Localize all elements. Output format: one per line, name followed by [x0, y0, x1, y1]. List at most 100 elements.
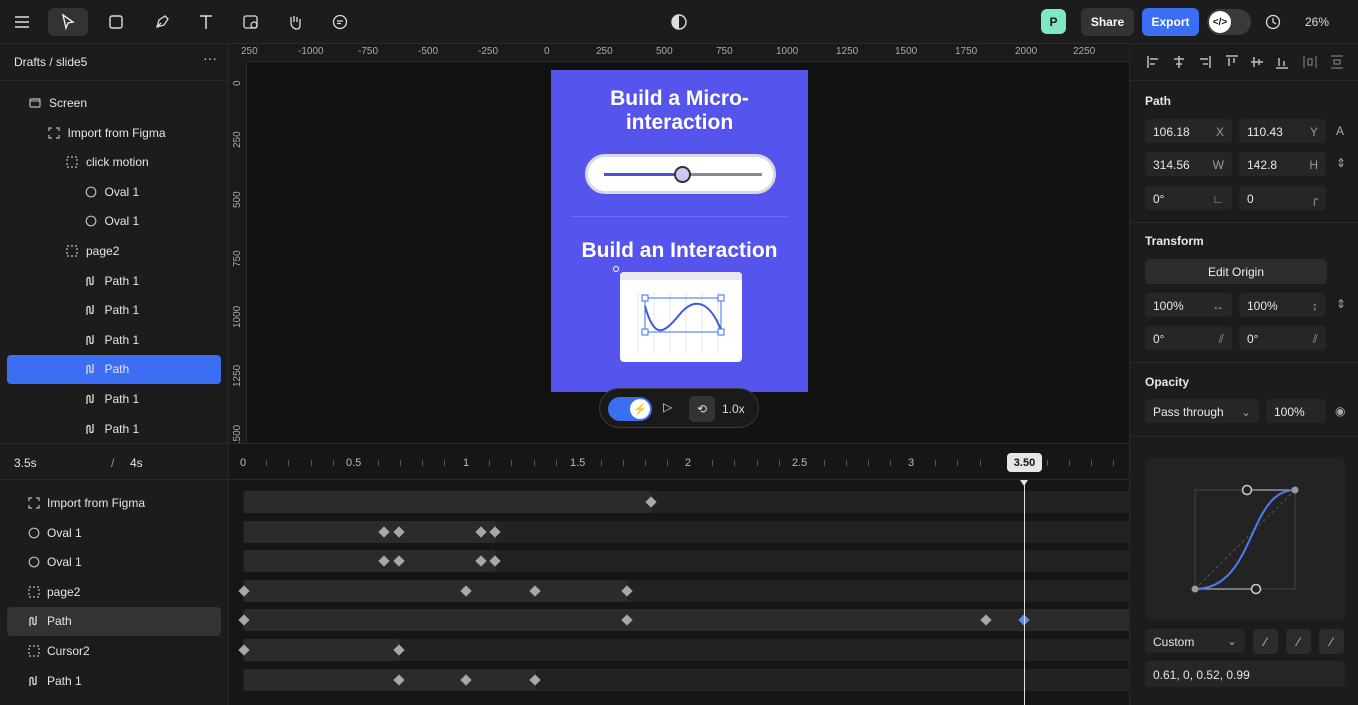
comment-tool-icon[interactable] — [325, 8, 355, 36]
opacity-field[interactable]: 100% — [1266, 399, 1326, 423]
layer-item[interactable]: Path 1 — [83, 385, 139, 413]
hand-tool-icon[interactable] — [280, 8, 310, 36]
interactive-toggle[interactable]: ⚡ — [608, 397, 652, 421]
timeline-layer-item[interactable]: Oval 1 — [27, 548, 82, 576]
timeline-layer-item[interactable]: Cursor2 — [27, 637, 90, 665]
layer-item[interactable]: Screen — [27, 89, 87, 117]
y-field[interactable]: 110.43 Y — [1239, 119, 1326, 143]
corner-radius-field[interactable]: 0 ╭ — [1239, 186, 1326, 210]
bezier-curve[interactable] — [1145, 458, 1345, 620]
animation-track-bar[interactable] — [244, 520, 496, 543]
bezier-values-field[interactable]: 0.61, 0, 0.52, 0.99 — [1145, 661, 1345, 687]
chevron-down-icon: ⌄ — [1240, 405, 1251, 419]
timeline-layer-item[interactable]: Path — [27, 607, 72, 635]
align-right-icon[interactable] — [1196, 54, 1212, 70]
curve-window-illustration[interactable] — [620, 272, 742, 362]
layer-item[interactable]: Oval 1 — [83, 178, 139, 206]
align-top-icon[interactable] — [1224, 54, 1240, 70]
current-time[interactable]: 3.5s — [14, 456, 37, 470]
rectangle-tool-icon[interactable] — [98, 8, 134, 36]
playhead[interactable] — [1024, 480, 1025, 705]
layer-item[interactable]: Path — [83, 355, 129, 383]
text-path-icon[interactable]: A — [1336, 124, 1344, 138]
timeline-layer-item[interactable]: Import from Figma — [27, 489, 145, 517]
playhead-time[interactable]: 3.50 — [1007, 453, 1042, 472]
avatar[interactable]: P — [1041, 9, 1066, 34]
animation-track-bar[interactable] — [244, 491, 651, 513]
animation-track-bar[interactable] — [244, 609, 1129, 632]
layer-item[interactable]: page2 — [64, 237, 119, 265]
link-scale-icon[interactable]: ⇕ — [1336, 297, 1346, 311]
canvas[interactable]: 250 -1000 -750 -500 -250 0 250 500 750 1000 1250 15… — [229, 44, 1129, 443]
easing-preset-select[interactable]: Custom ⌄ — [1145, 629, 1245, 653]
align-center-h-icon[interactable] — [1171, 54, 1187, 70]
scale-y-field[interactable]: 100% ↕ — [1239, 293, 1326, 317]
layer-item[interactable]: click motion — [64, 148, 149, 176]
zoom-level[interactable]: 26% — [1305, 15, 1329, 29]
more-icon[interactable]: ··· — [203, 50, 217, 66]
layer-item[interactable]: Import from Figma — [46, 119, 166, 147]
time-tick-label: 0.5 — [346, 457, 362, 469]
anchor-point[interactable] — [613, 266, 619, 272]
artboard-title-micro[interactable]: Build a Micro- interaction — [551, 87, 808, 135]
timeline-layer-item[interactable]: Path 1 — [27, 667, 82, 695]
menu-icon[interactable] — [7, 8, 37, 36]
layer-item[interactable]: Path 1 — [83, 326, 139, 354]
distribute-h-icon[interactable] — [1302, 54, 1318, 70]
theme-toggle-icon[interactable] — [664, 8, 694, 36]
animation-track-bar[interactable] — [244, 579, 627, 602]
code-view-toggle[interactable]: </> — [1207, 9, 1251, 35]
export-button[interactable]: Export — [1142, 8, 1199, 36]
slider-illustration[interactable] — [585, 154, 776, 194]
ruler-label: 500 — [232, 191, 243, 208]
ease-out-icon[interactable]: ⁄ — [1286, 629, 1311, 654]
scale-x-field[interactable]: 100% ↔ — [1145, 293, 1232, 317]
width-field[interactable]: 314.56 W — [1145, 152, 1232, 176]
layer-item[interactable]: Path 1 — [83, 267, 139, 295]
time-minor-tick — [1046, 460, 1048, 466]
image-tool-icon[interactable] — [236, 8, 266, 36]
animation-track-bar[interactable] — [244, 550, 496, 573]
animation-track-bar[interactable] — [244, 639, 400, 661]
duration[interactable]: 4s — [130, 456, 143, 470]
control-handle-1[interactable] — [1250, 583, 1262, 595]
share-button[interactable]: Share — [1081, 8, 1134, 36]
breadcrumb[interactable]: Drafts / slide5 — [14, 55, 87, 69]
skew-y-field[interactable]: 0° ⫽ — [1239, 326, 1326, 350]
x-field[interactable]: 106.18 X — [1145, 119, 1232, 143]
control-handle-2[interactable] — [1241, 484, 1253, 496]
timeline-layer-item[interactable]: page2 — [27, 578, 80, 606]
select-tool-icon[interactable] — [48, 8, 88, 36]
artboard-title-interaction[interactable]: Build an Interaction — [551, 239, 808, 263]
path-icon — [83, 332, 99, 348]
pen-tool-icon[interactable] — [147, 8, 177, 36]
layer-item[interactable]: Path 1 — [83, 296, 139, 324]
timeline-layer-item[interactable]: Oval 1 — [27, 519, 82, 547]
edit-origin-button[interactable]: Edit Origin — [1145, 259, 1327, 284]
constrain-proportions-icon[interactable]: ⇕ — [1336, 156, 1346, 170]
align-center-v-icon[interactable] — [1249, 54, 1265, 70]
play-icon[interactable]: ▷ — [663, 400, 672, 414]
linear-ease-icon[interactable]: ⁄ — [1253, 629, 1278, 654]
easing-curve-editor[interactable] — [1145, 458, 1345, 620]
ease-in-out-icon[interactable]: ⁄ — [1319, 629, 1344, 654]
text-tool-icon[interactable] — [191, 8, 221, 36]
layer-item[interactable]: Oval 1 — [83, 207, 139, 235]
distribute-v-icon[interactable] — [1329, 54, 1345, 70]
loop-icon[interactable]: ⟲ — [689, 396, 715, 422]
rotation-field[interactable]: 0° ∟ — [1145, 186, 1232, 210]
slider-knob[interactable] — [674, 166, 691, 183]
animation-track-bar[interactable] — [244, 668, 536, 691]
time-minor-tick — [1091, 460, 1093, 466]
align-left-icon[interactable] — [1146, 54, 1162, 70]
skew-x-field[interactable]: 0° ⫽ — [1145, 326, 1232, 350]
playback-speed[interactable]: 1.0x — [722, 402, 745, 416]
artboard[interactable]: Build a Micro- interaction Build an Inte… — [551, 70, 808, 392]
code-icon: </> — [1209, 11, 1231, 33]
blend-mode-select[interactable]: Pass through ⌄ — [1145, 399, 1259, 423]
height-field[interactable]: 142.8 H — [1239, 152, 1326, 176]
align-bottom-icon[interactable] — [1274, 54, 1290, 70]
layer-item[interactable]: Path 1 — [83, 415, 139, 443]
history-icon[interactable] — [1258, 8, 1288, 36]
eye-icon[interactable]: ◉ — [1335, 404, 1345, 418]
